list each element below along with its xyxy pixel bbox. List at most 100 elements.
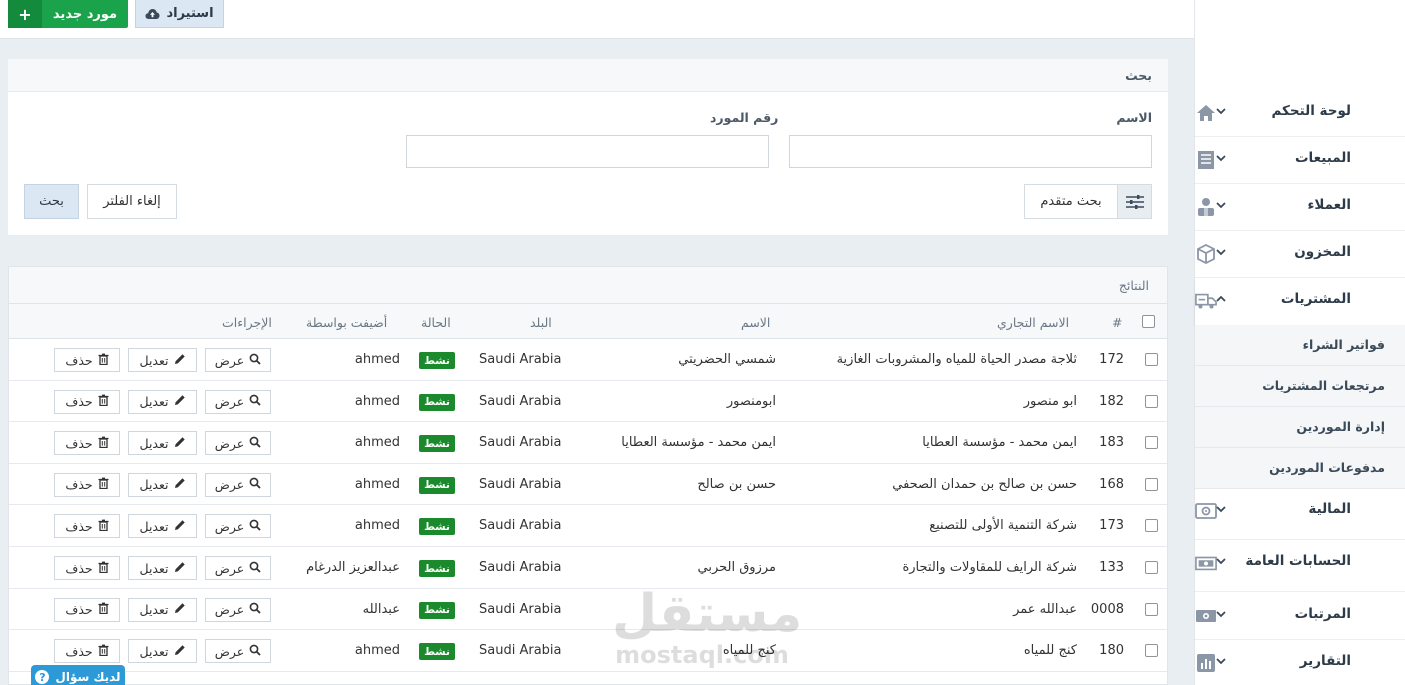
- delete-button[interactable]: حذف: [54, 431, 120, 456]
- pencil-icon: [174, 436, 186, 451]
- sidebar-subitem-purchase-invoices[interactable]: فواتير الشراء: [1195, 325, 1405, 366]
- trash-icon: [98, 436, 109, 451]
- question-icon: ?: [35, 670, 50, 684]
- row-added-by: عبدالله: [362, 601, 400, 617]
- view-label: عرض: [214, 560, 245, 576]
- sidebar-item-cash[interactable]: المرتبات: [1195, 593, 1405, 640]
- row-trade-name: ايمن محمد - مؤسسة العطايا: [922, 435, 1077, 451]
- row-checkbox[interactable]: [1145, 436, 1158, 450]
- row-added-by: ahmed: [354, 476, 400, 492]
- row-name: شمسي الحضريتي: [678, 352, 776, 367]
- sidebar-subitem-supplier-management[interactable]: إدارة الموردين: [1195, 407, 1405, 448]
- clear-filter-button[interactable]: إلغاء الفلتر: [87, 184, 177, 219]
- status-badge: نشط: [419, 643, 455, 661]
- results-title: النتائج: [1118, 278, 1149, 293]
- trash-icon: [98, 353, 109, 368]
- row-checkbox[interactable]: [1145, 602, 1158, 616]
- edit-button[interactable]: تعديل: [128, 389, 197, 414]
- col-status: الحالة: [421, 315, 451, 330]
- row-checkbox[interactable]: [1145, 353, 1158, 366]
- sidebar-item-truck[interactable]: المشتريات: [1195, 278, 1405, 325]
- edit-button[interactable]: تعديل: [128, 556, 197, 580]
- row-trade-name: ثلاجة مصدر الحياة للمياه والمشروبات الغا…: [836, 352, 1077, 367]
- row-name: ابومنصور: [726, 393, 776, 409]
- view-label: عرض: [214, 602, 245, 618]
- row-trade-name: ابو منصور: [1023, 393, 1077, 409]
- row-checkbox[interactable]: [1145, 394, 1158, 408]
- delete-button[interactable]: حذف: [54, 556, 120, 580]
- view-button[interactable]: عرض: [205, 389, 271, 414]
- row-country: Saudi Arabia: [479, 560, 562, 575]
- sidebar-subitem-supplier-payments[interactable]: مدفوعات الموردين: [1195, 448, 1405, 489]
- row-checkbox[interactable]: [1145, 519, 1158, 533]
- status-badge: نشط: [419, 393, 455, 411]
- delete-button[interactable]: حذف: [54, 472, 120, 497]
- advanced-search-button[interactable]: بحث متقدم: [1024, 184, 1152, 219]
- name-input[interactable]: [789, 135, 1152, 168]
- sidebar-item-chart[interactable]: التقارير: [1195, 640, 1405, 685]
- row-trade-name: حسن بن صالح بن حمدان الصحفي: [892, 476, 1077, 492]
- pencil-icon: [174, 353, 186, 368]
- row-id: 133: [1099, 560, 1124, 575]
- view-button[interactable]: عرض: [205, 514, 271, 539]
- search-icon: [249, 394, 261, 409]
- row-added-by: ahmed: [354, 352, 400, 367]
- edit-label: تعديل: [139, 602, 169, 618]
- new-supplier-label: مورد جديد: [52, 6, 118, 22]
- select-all-checkbox[interactable]: [1142, 315, 1155, 328]
- delete-button[interactable]: حذف: [54, 389, 120, 414]
- row-checkbox[interactable]: [1145, 644, 1158, 658]
- table-row: 168 حسن بن صالح بن حمدان الصحفي حسن بن ص…: [9, 463, 1167, 506]
- delete-label: حذف: [65, 477, 93, 493]
- search-icon: [249, 353, 261, 368]
- delete-button[interactable]: حذف: [54, 514, 120, 539]
- row-checkbox[interactable]: [1145, 477, 1158, 491]
- delete-button[interactable]: حذف: [54, 348, 120, 372]
- delete-button[interactable]: حذف: [54, 639, 120, 664]
- delete-button[interactable]: حذف: [54, 597, 120, 622]
- col-name: الاسم: [741, 315, 771, 330]
- sidebar-item-receipt[interactable]: المبيعات: [1195, 137, 1405, 184]
- results-header: النتائج: [9, 267, 1167, 304]
- edit-button[interactable]: تعديل: [128, 514, 197, 539]
- view-button[interactable]: عرض: [205, 639, 271, 664]
- col-trade-name: الاسم التجاري: [997, 315, 1070, 330]
- view-button[interactable]: عرض: [205, 472, 271, 497]
- edit-button[interactable]: تعديل: [128, 597, 197, 622]
- supplier-number-input[interactable]: [406, 135, 769, 168]
- row-country: Saudi Arabia: [479, 393, 562, 409]
- view-button[interactable]: عرض: [205, 431, 271, 456]
- pencil-icon: [174, 561, 186, 576]
- sidebar-subitem-purchase-returns[interactable]: مرتجعات المشتريات: [1195, 366, 1405, 407]
- trash-icon: [98, 644, 109, 659]
- row-checkbox[interactable]: [1145, 561, 1158, 574]
- view-button[interactable]: عرض: [205, 556, 271, 580]
- search-button[interactable]: بحث: [24, 184, 79, 219]
- edit-button[interactable]: تعديل: [128, 431, 197, 456]
- import-button[interactable]: استيراد: [135, 0, 224, 28]
- chevron-down-icon: [1213, 105, 1227, 119]
- view-button[interactable]: عرض: [205, 348, 271, 372]
- view-label: عرض: [214, 477, 245, 493]
- search-panel-title: بحث: [1125, 68, 1152, 83]
- top-toolbar: + مورد جديد استيراد: [0, 0, 1194, 39]
- delete-label: حذف: [65, 643, 93, 659]
- sidebar-item-safe[interactable]: المالية: [1195, 488, 1405, 540]
- help-button[interactable]: ? لديك سؤال: [31, 665, 125, 685]
- sidebar-subitem-label: مدفوعات الموردين: [1269, 460, 1385, 475]
- sliders-icon: [1117, 185, 1151, 218]
- new-supplier-button[interactable]: + مورد جديد: [8, 0, 128, 28]
- sidebar-item-users[interactable]: العملاء: [1195, 184, 1405, 231]
- chevron-down-icon: [1213, 152, 1227, 166]
- sidebar-item-label: الحسابات العامة: [1245, 553, 1351, 569]
- search-panel-header: بحث: [8, 59, 1168, 92]
- edit-button[interactable]: تعديل: [128, 472, 197, 497]
- edit-button[interactable]: تعديل: [128, 639, 197, 664]
- sidebar-item-money[interactable]: الحسابات العامة: [1195, 540, 1405, 592]
- sidebar-item-box[interactable]: المخزون: [1195, 231, 1405, 278]
- edit-button[interactable]: تعديل: [128, 348, 197, 372]
- sidebar-item-label: المشتريات: [1280, 291, 1351, 307]
- trash-icon: [98, 561, 109, 576]
- sidebar-item-home[interactable]: لوحة التحكم: [1195, 90, 1405, 137]
- view-button[interactable]: عرض: [205, 597, 271, 622]
